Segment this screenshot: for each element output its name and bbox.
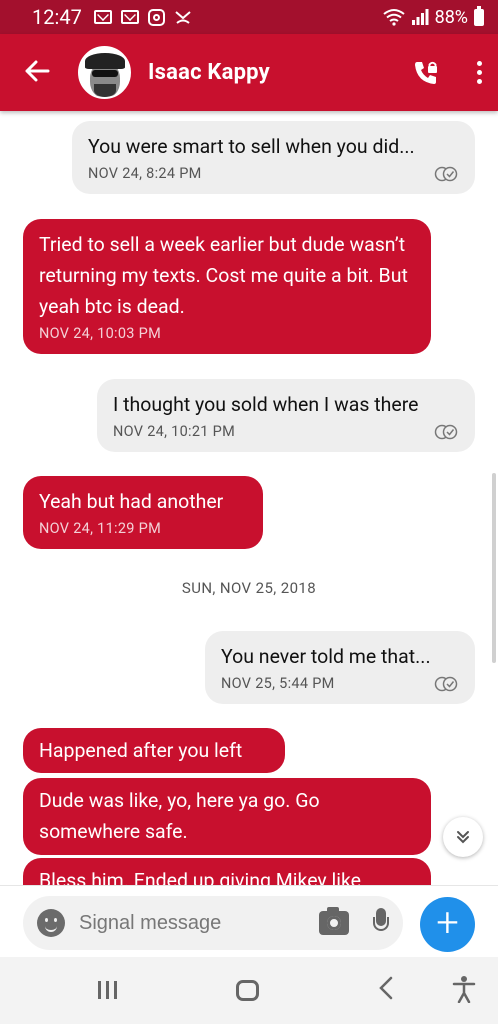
compose-box [23, 896, 403, 950]
date-separator: SUN, NOV 25, 2018 [181, 579, 317, 597]
composer: + [0, 885, 498, 957]
system-nav-bar [0, 957, 498, 1024]
wifi-icon [382, 9, 405, 26]
message-incoming[interactable]: Tried to sell a week earlier but dude wa… [23, 219, 431, 354]
signal-icon [411, 9, 429, 25]
header-actions [413, 60, 482, 86]
message-text: Happened after you left [39, 739, 243, 762]
message-text: You never told me that... [221, 645, 431, 668]
message-outgoing[interactable]: You never told me that... NOV 25, 5:44 P… [205, 631, 475, 704]
screen: 12:47 88% Isaac Kappy You were smart to … [0, 0, 498, 1024]
message-text: Dude was like, yo, here ya go. Go somewh… [39, 789, 320, 843]
status-time: 12:47 [32, 5, 82, 29]
microphone-icon[interactable] [373, 908, 389, 938]
avatar-hat [85, 53, 125, 69]
message-text: Tried to sell a week earlier but dude wa… [39, 233, 408, 318]
home-icon[interactable] [236, 980, 259, 1001]
message-incoming[interactable]: Dude was like, yo, here ya go. Go somewh… [23, 778, 431, 855]
message-text: I thought you sold when I was there [113, 393, 419, 416]
status-right: 88% [382, 5, 484, 28]
avatar-glasses [92, 70, 118, 77]
battery-percent: 88% [434, 6, 468, 28]
message-incoming[interactable]: Yeah but had another NOV 24, 11:29 PM [23, 476, 263, 549]
instagram-icon [147, 8, 165, 26]
secure-call-icon[interactable] [413, 60, 439, 86]
back-icon[interactable] [378, 975, 394, 1008]
read-receipt-icon [434, 166, 458, 182]
message-timestamp: NOV 24, 10:21 PM [113, 423, 236, 440]
back-arrow-icon[interactable] [24, 58, 58, 88]
avatar[interactable] [78, 46, 131, 99]
camera-icon[interactable] [319, 907, 349, 935]
accessibility-icon[interactable] [452, 975, 476, 1007]
message-text: Bless him. Ended up giving Mikey like [39, 869, 362, 885]
mail-icon-2 [120, 10, 139, 24]
message-timestamp: NOV 25, 5:44 PM [221, 675, 335, 692]
contact-name[interactable]: Isaac Kappy [148, 60, 270, 85]
mail-icon [93, 10, 112, 24]
read-receipt-icon [434, 676, 458, 692]
message-list[interactable]: You were smart to sell when you did... N… [0, 111, 498, 885]
recent-apps-icon[interactable] [98, 981, 117, 999]
status-bar: 12:47 88% [0, 0, 498, 34]
message-timestamp: NOV 24, 8:24 PM [88, 165, 202, 182]
message-input[interactable] [79, 911, 279, 935]
attach-button[interactable]: + [420, 897, 475, 952]
more-options-icon[interactable] [477, 61, 482, 84]
missed-call-icon [175, 11, 191, 24]
double-chevron-down-icon [457, 831, 469, 844]
message-timestamp: NOV 24, 10:03 PM [39, 325, 162, 342]
message-incoming[interactable]: Bless him. Ended up giving Mikey like [23, 858, 431, 885]
message-incoming[interactable]: Happened after you left [23, 728, 285, 773]
notification-icons [93, 8, 192, 26]
message-text: You were smart to sell when you did... [88, 135, 415, 158]
message-outgoing[interactable]: You were smart to sell when you did... N… [72, 121, 475, 194]
message-text: Yeah but had another [39, 490, 224, 513]
emoji-icon[interactable] [37, 909, 65, 937]
scroll-to-bottom-button[interactable] [443, 817, 483, 857]
battery-icon [474, 5, 484, 26]
conversation-header: Isaac Kappy [0, 34, 498, 111]
avatar-beard [94, 84, 116, 97]
message-timestamp: NOV 24, 11:29 PM [39, 520, 162, 537]
read-receipt-icon [434, 424, 458, 440]
message-outgoing[interactable]: I thought you sold when I was there NOV … [97, 379, 475, 452]
scrollbar[interactable] [492, 473, 496, 663]
